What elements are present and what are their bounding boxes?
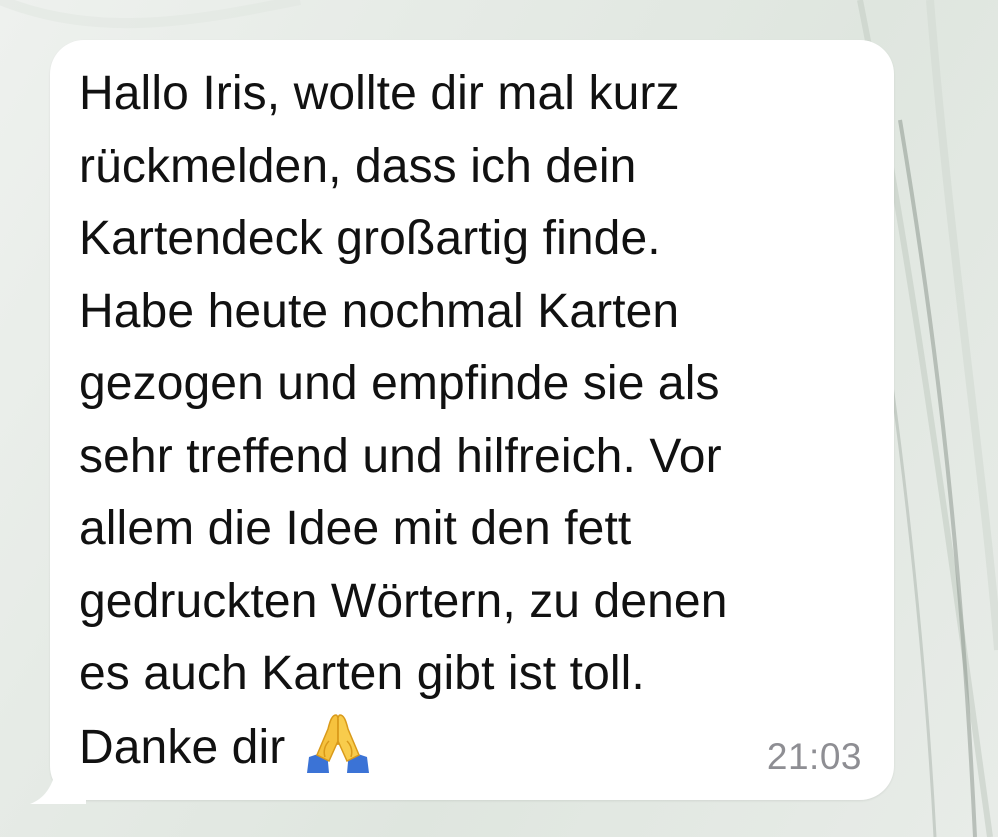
message-last-line: Danke dir xyxy=(79,711,879,795)
message-line: sehr treffend und hilfreich. Vor xyxy=(79,429,722,483)
message-line: Habe heute nochmal Karten xyxy=(79,284,680,338)
message-line: gezogen und empfinde sie als xyxy=(79,357,720,410)
message-bubble[interactable]: Hallo Iris, wollte dir mal kurz rückmeld… xyxy=(30,40,894,804)
message-line: allem die Idee mit den fett xyxy=(79,502,632,555)
message-line: Kartendeck großartig finde. xyxy=(79,212,661,265)
folded-hands-icon xyxy=(305,711,371,795)
message-line: gedruckten Wörtern, zu denen xyxy=(79,574,728,628)
message-line: es auch Karten gibt ist toll. xyxy=(79,647,645,700)
bubble-tail xyxy=(30,748,86,804)
message-text: Hallo Iris, wollte dir mal kurz rückmeld… xyxy=(79,58,879,794)
message-line: Danke dir xyxy=(79,720,299,774)
message-line: rückmelden, dass ich dein xyxy=(79,139,637,193)
message-line: Hallo Iris, wollte dir mal kurz xyxy=(79,67,680,120)
message-timestamp: 21:03 xyxy=(766,736,862,777)
